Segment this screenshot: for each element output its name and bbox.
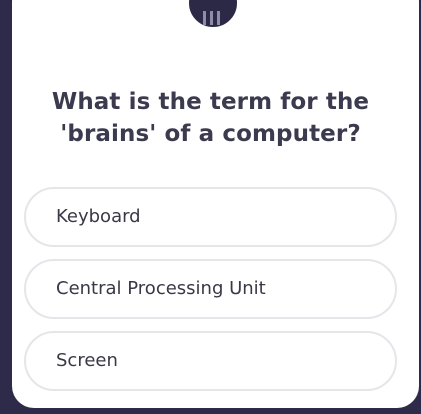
answer-option-label: Screen (56, 350, 118, 371)
answer-option-3[interactable]: Screen (24, 331, 397, 391)
avatar-stripe (203, 11, 206, 25)
avatar-stripe (217, 11, 220, 25)
answer-option-2[interactable]: Central Processing Unit (24, 259, 397, 319)
avatar-stripe (210, 11, 213, 25)
answer-option-label: Keyboard (56, 206, 141, 227)
question-text: What is the term for the 'brains' of a c… (51, 89, 370, 147)
answer-option-1[interactable]: Keyboard (24, 187, 397, 247)
answer-option-label: Central Processing Unit (56, 278, 266, 299)
